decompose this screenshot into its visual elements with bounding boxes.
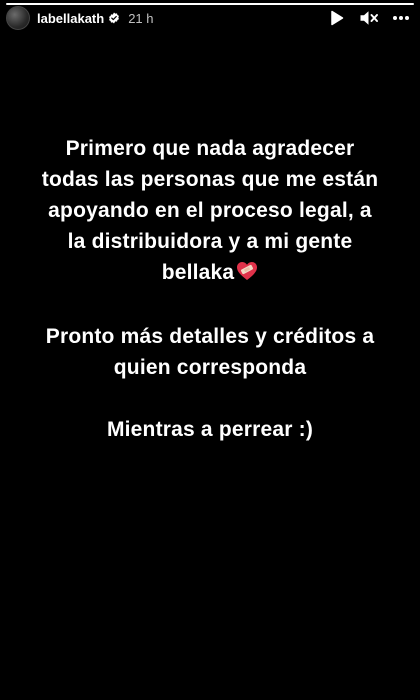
username[interactable]: labellakath (37, 11, 104, 26)
story-paragraph-1-text: Primero que nada agradecer todas las per… (41, 137, 379, 284)
story-paragraph-3: Mientras a perrear :) (106, 418, 314, 441)
story-progress-bar (6, 3, 414, 5)
story-timestamp: 21 h (128, 10, 154, 26)
verified-badge-icon (108, 12, 120, 24)
story-paragraph-1: Primero que nada agradecer todas las per… (40, 133, 380, 290)
more-icon[interactable] (390, 7, 412, 29)
avatar[interactable] (6, 6, 30, 30)
story-paragraph-2: Pronto más detalles y créditos a quien c… (45, 325, 375, 379)
play-icon[interactable] (326, 7, 348, 29)
story-progress-fill (6, 3, 414, 5)
heart-with-bandage-icon (236, 259, 258, 290)
mute-icon[interactable] (358, 7, 380, 29)
story-header: labellakath 21 h (6, 6, 412, 30)
story-text: Primero que nada agradecer todas las per… (40, 133, 380, 476)
